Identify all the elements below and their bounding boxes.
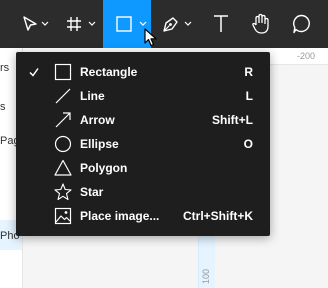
chevron-down-icon[interactable]	[139, 21, 147, 27]
menu-item-shortcut: R	[244, 65, 253, 79]
move-cursor-icon	[23, 16, 37, 31]
menu-item-rectangle[interactable]: Rectangle R	[16, 60, 270, 84]
chevron-down-icon[interactable]	[184, 21, 192, 27]
pen-tool-button[interactable]	[155, 0, 201, 48]
menu-item-line[interactable]: Line L	[16, 84, 270, 108]
hand-tool-button[interactable]	[244, 0, 278, 48]
menu-item-label: Ellipse	[80, 137, 119, 151]
rectangle-icon	[116, 16, 132, 32]
menu-item-label: Star	[80, 185, 104, 199]
panel-text-fragment: s	[0, 101, 6, 113]
panel-text-fragment: rs	[0, 62, 10, 74]
menu-item-shortcut: Ctrl+Shift+K	[182, 209, 253, 223]
menu-item-label: Rectangle	[80, 65, 138, 79]
move-tool-button[interactable]	[8, 0, 50, 48]
menu-item-ellipse[interactable]: Ellipse O	[16, 132, 270, 156]
menu-item-label: Line	[80, 89, 105, 103]
menu-item-shortcut: O	[243, 137, 253, 151]
menu-item-label: Arrow	[80, 113, 115, 127]
main-toolbar	[0, 0, 328, 48]
text-icon	[214, 15, 228, 32]
star-icon	[54, 183, 72, 201]
menu-item-polygon[interactable]: Polygon	[16, 156, 270, 180]
frame-hash-icon	[67, 17, 81, 31]
menu-item-place-image[interactable]: Place image... Ctrl+Shift+K	[16, 204, 270, 228]
menu-item-shortcut: L	[245, 89, 253, 103]
menu-item-label: Polygon	[80, 161, 128, 175]
ellipse-icon	[54, 135, 72, 153]
chevron-down-icon[interactable]	[88, 21, 96, 27]
arrow-icon	[55, 112, 71, 128]
chevron-down-icon[interactable]	[41, 21, 49, 27]
ruler-label: 100	[201, 268, 211, 284]
line-icon	[55, 88, 71, 104]
text-tool-button[interactable]	[205, 0, 237, 48]
menu-item-label: Place image...	[80, 209, 160, 223]
hand-icon	[252, 13, 269, 34]
rectangle-icon	[54, 63, 72, 81]
menu-item-shortcut: Shift+L	[212, 113, 253, 127]
frame-tool-button[interactable]	[56, 0, 102, 48]
mouse-cursor-icon	[144, 28, 157, 47]
menu-item-arrow[interactable]: Arrow Shift+L	[16, 108, 270, 132]
menu-item-star[interactable]: Star	[16, 180, 270, 204]
comment-icon	[293, 14, 310, 34]
shape-tools-menu: Rectangle R Line L Arrow Shift+L Ellipse…	[16, 52, 270, 236]
comment-tool-button[interactable]	[284, 0, 320, 48]
pen-icon	[163, 17, 178, 32]
polygon-icon	[54, 159, 72, 176]
checkmark-icon	[29, 68, 39, 77]
ruler-label: -200	[297, 51, 316, 61]
image-icon	[54, 207, 72, 225]
